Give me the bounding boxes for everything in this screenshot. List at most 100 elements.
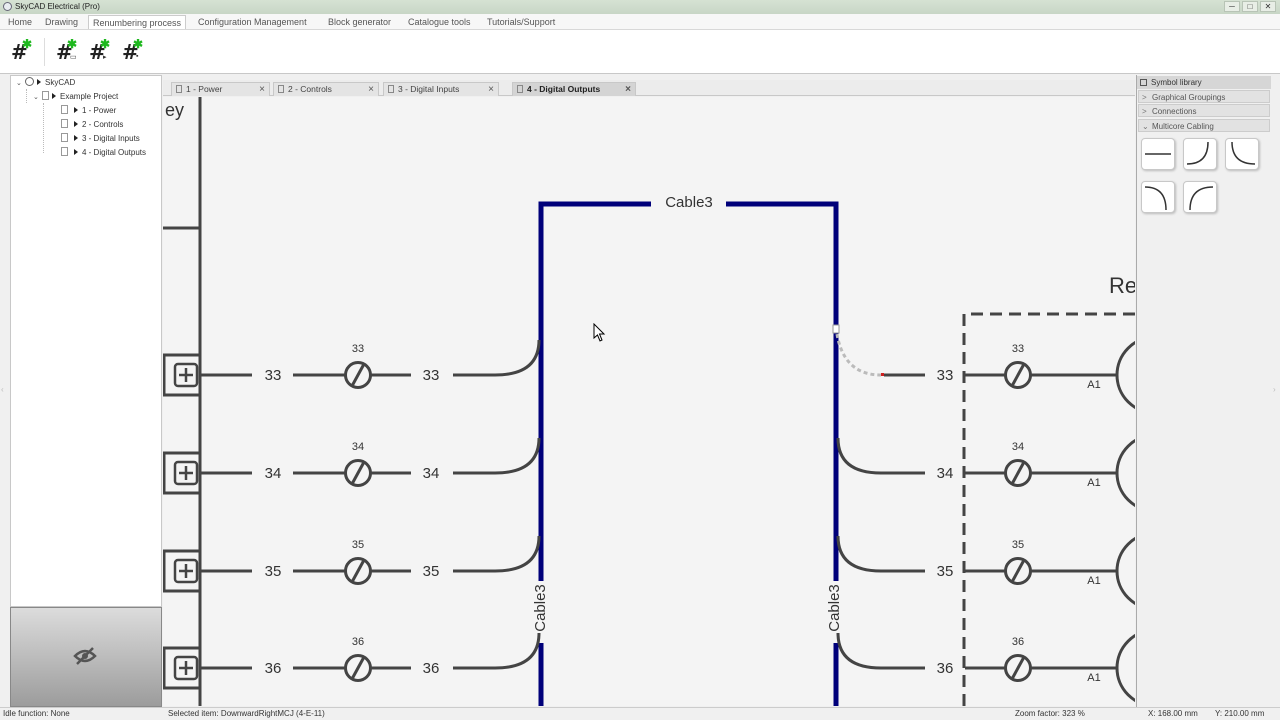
wire-number-label: 33	[265, 367, 282, 384]
renumber-sequence-icon[interactable]: # ✱ ▸	[88, 37, 114, 64]
wire-number-label: 33	[423, 367, 440, 384]
tab-digital-inputs[interactable]: 3 - Digital Inputs ×	[383, 82, 499, 96]
menu-drawing[interactable]: Drawing	[41, 15, 82, 29]
tree-page-2[interactable]: 2 - Controls	[61, 118, 123, 131]
menu-configuration[interactable]: Configuration Management	[194, 15, 311, 29]
terminal-number-label: 34	[352, 441, 364, 453]
tab-controls[interactable]: 2 - Controls ×	[273, 82, 379, 96]
drawing-canvas[interactable]: ey Cable3 Cable3 Cable3 Re 33 33 33 33 33 A1 3…	[163, 97, 1135, 706]
curve-down-left-symbol[interactable]	[1225, 138, 1259, 170]
tab-digital-outputs[interactable]: 4 - Digital Outputs ×	[512, 82, 636, 96]
partial-title-right: Re	[1109, 273, 1135, 298]
wire-number-label: 36	[265, 660, 282, 677]
curve-down-right-symbol[interactable]	[1141, 181, 1175, 213]
status-selected-item: Selected item: DownwardRightMCJ (4-E-11)	[168, 709, 325, 718]
close-tab-icon[interactable]: ×	[625, 83, 631, 96]
wire-number-label: 33	[937, 367, 954, 384]
status-bar: Idle function: None Selected item: Downw…	[0, 707, 1280, 720]
tree-root-skycad[interactable]: ⌄ SkyCAD	[16, 76, 75, 89]
minimize-button[interactable]: ─	[1224, 1, 1240, 12]
window-title: SkyCAD Electrical (Pro)	[15, 2, 100, 11]
hidden-eye-icon[interactable]	[73, 646, 97, 672]
renumber-new-icon[interactable]: # ✱	[10, 37, 36, 64]
skycad-icon	[25, 77, 34, 86]
close-tab-icon[interactable]: ×	[368, 83, 374, 96]
device-frame	[962, 312, 1135, 706]
terminal-number-label: 33	[1012, 343, 1024, 355]
status-x-coordinate: X: 168.00 mm	[1148, 709, 1198, 718]
relay-coil	[1115, 536, 1135, 606]
terminal-number-label: 36	[1012, 636, 1024, 648]
cable-entry-curve	[453, 632, 541, 670]
app-icon	[3, 2, 12, 11]
tree-project[interactable]: ⌄ Example Project	[33, 90, 118, 103]
coil-terminal-label: A1	[1087, 672, 1100, 684]
mouse-cursor-icon	[593, 323, 606, 342]
project-tree: ⌄ SkyCAD ⌄ Example Project 1 - Power 2 - C…	[10, 75, 162, 607]
tab-power[interactable]: 1 - Power ×	[171, 82, 270, 96]
title-bar: SkyCAD Electrical (Pro) ─ □ ✕	[0, 0, 1280, 14]
wire-number-label: 35	[937, 563, 954, 580]
terminal-number-label: 34	[1012, 441, 1024, 453]
expand-arrow-icon	[52, 93, 56, 99]
wire-number-label: 35	[423, 563, 440, 580]
wire-number-label: 36	[423, 660, 440, 677]
wire-number-label: 34	[423, 465, 440, 482]
terminal-number-label: 33	[352, 343, 364, 355]
terminal-number-label: 35	[1012, 539, 1024, 551]
page-icon	[61, 147, 68, 156]
straight-cable-symbol[interactable]	[1141, 138, 1175, 170]
expand-arrow-icon	[37, 79, 41, 85]
collapse-right-icon[interactable]: ›	[1273, 385, 1276, 394]
section-connections[interactable]: > Connections	[1138, 104, 1270, 117]
menu-renumbering[interactable]: Renumbering process	[88, 15, 187, 29]
coil-terminal-label: A1	[1087, 575, 1100, 587]
ribbon-separator	[44, 38, 45, 66]
partial-title-left: ey	[165, 100, 184, 120]
coil-terminal-label: A1	[1087, 379, 1100, 391]
document-tabs: 1 - Power × 2 - Controls × 3 - Digital Inp…	[163, 80, 1135, 96]
curve-up-right-symbol[interactable]	[1183, 138, 1217, 170]
page-icon	[61, 119, 68, 128]
page-icon	[517, 85, 523, 93]
cable3-outline	[726, 201, 839, 706]
section-multicore-cabling[interactable]: ⌄ Multicore Cabling	[1138, 119, 1270, 132]
menu-block-generator[interactable]: Block generator	[324, 15, 395, 29]
relay-coil	[1115, 438, 1135, 508]
menu-home[interactable]: Home	[4, 15, 36, 29]
preview-panel	[10, 607, 162, 707]
terminal-number-label: 35	[352, 539, 364, 551]
symbol-library-header: Symbol library	[1137, 76, 1271, 89]
cable-entry-curve	[453, 437, 541, 475]
close-button[interactable]: ✕	[1260, 1, 1276, 12]
close-tab-icon[interactable]: ×	[488, 83, 494, 96]
tree-page-4[interactable]: 4 - Digital Outputs	[61, 146, 146, 159]
library-icon	[1140, 79, 1147, 86]
collapse-left-icon[interactable]: ‹	[1, 385, 4, 394]
relay-coil	[1115, 633, 1135, 703]
status-function: Idle function: None	[3, 709, 70, 718]
cable3-label-left: Cable3	[532, 584, 549, 632]
wire-number-label: 34	[265, 465, 282, 482]
wire-number-label: 34	[937, 465, 954, 482]
chevron-right-icon: >	[1142, 93, 1147, 102]
menu-catalogue-tools[interactable]: Catalogue tools	[404, 15, 475, 29]
wire-number-label: 36	[937, 660, 954, 677]
symbol-library-panel: Symbol library > Graphical Groupings > Con…	[1136, 75, 1272, 707]
renumber-selection-icon[interactable]: # ✱ ▪	[121, 37, 147, 64]
tree-page-1[interactable]: 1 - Power	[61, 104, 116, 117]
cable3-label-right: Cable3	[826, 584, 843, 632]
tree-page-3[interactable]: 3 - Digital Inputs	[61, 132, 140, 145]
page-icon	[61, 105, 68, 114]
renumber-page-icon[interactable]: # ✱ ▭	[55, 37, 81, 64]
close-tab-icon[interactable]: ×	[259, 83, 265, 96]
curve-up-left-symbol[interactable]	[1183, 181, 1217, 213]
status-zoom: Zoom factor: 323 %	[1015, 709, 1085, 718]
ribbon-toolbar: # ✱ # ✱ ▭ # ✱ ▸ # ✱ ▪	[0, 30, 1280, 74]
chevron-right-icon: >	[1142, 107, 1147, 116]
selection-marker	[881, 373, 884, 376]
menu-tutorials[interactable]: Tutorials/Support	[483, 15, 559, 29]
maximize-button[interactable]: □	[1242, 1, 1258, 12]
section-graphical-groupings[interactable]: > Graphical Groupings	[1138, 90, 1270, 103]
page-icon	[61, 133, 68, 142]
